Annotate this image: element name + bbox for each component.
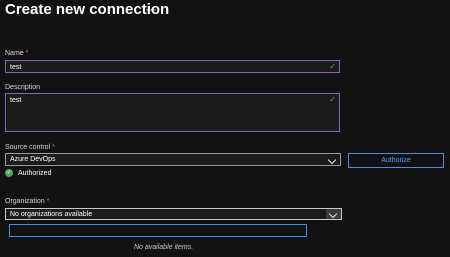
empty-items-text: No available items. — [134, 244, 194, 251]
organization-select[interactable]: No organizations available — [5, 208, 342, 220]
description-label: Description — [5, 84, 41, 91]
name-value: test — [10, 64, 22, 71]
success-check-icon: ✓ — [5, 169, 13, 177]
name-label: Name * — [5, 50, 29, 57]
chevron-down-icon — [328, 209, 338, 219]
name-input[interactable]: test ✓ — [5, 60, 340, 73]
description-value: test — [10, 97, 22, 104]
authorize-button[interactable]: Authorize — [348, 153, 444, 168]
organization-dropdown-toggle[interactable] — [326, 209, 341, 219]
source-control-select[interactable]: Azure DevOps — [5, 153, 341, 166]
organization-label: Organization * — [5, 198, 50, 205]
name-valid-checkmark-icon: ✓ — [329, 62, 336, 71]
description-valid-checkmark-icon: ✓ — [329, 95, 336, 104]
chevron-down-icon — [327, 155, 337, 165]
more-options-icon[interactable]: ··· — [145, 2, 157, 16]
source-control-label: Source control * — [5, 144, 55, 151]
organization-value: No organizations available — [10, 211, 93, 218]
auth-status: ✓ Authorized — [5, 169, 51, 177]
description-textarea[interactable]: test ✓ — [5, 93, 340, 132]
organization-filter-input[interactable] — [9, 224, 307, 237]
auth-status-text: Authorized — [18, 169, 52, 177]
source-control-value: Azure DevOps — [10, 156, 56, 163]
